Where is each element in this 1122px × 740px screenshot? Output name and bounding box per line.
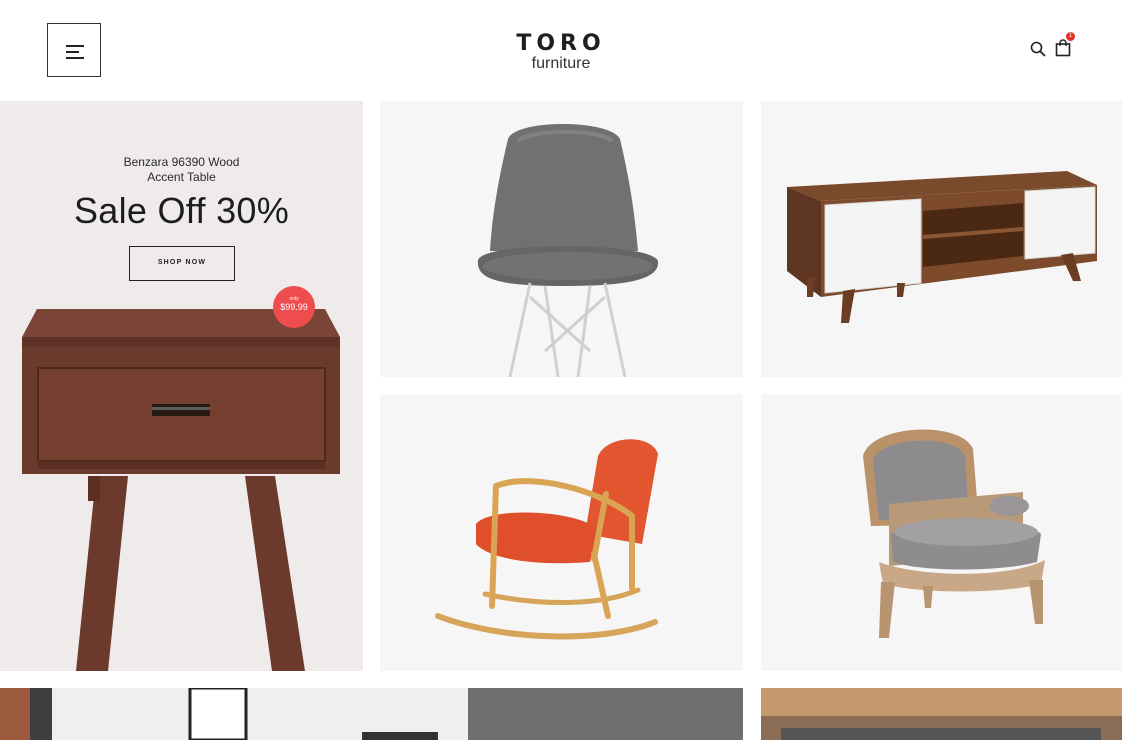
brand-logo[interactable]: TORO furniture [490, 32, 632, 72]
lifestyle-banner-wood-frame[interactable] [761, 688, 1122, 740]
walnut-tv-stand-image [787, 171, 1097, 323]
grey-upholstered-chair-image [477, 124, 659, 377]
site-header: TORO furniture 1 [0, 0, 1122, 100]
shopping-bag-icon[interactable] [1055, 39, 1071, 57]
price-badge: only $99.99 [273, 286, 315, 328]
product-tile-armchair[interactable] [761, 394, 1122, 671]
product-tile-rocking-chair[interactable] [380, 394, 743, 671]
search-icon[interactable] [1030, 41, 1046, 57]
menu-button[interactable] [47, 23, 101, 77]
brand-tagline: furniture [531, 55, 591, 72]
hamburger-icon-line [66, 57, 84, 59]
hero-promo-tile[interactable]: Benzara 96390 Wood Accent Table Sale Off… [0, 101, 363, 671]
lifestyle-banner-living-room[interactable] [0, 688, 743, 740]
side-table-image [22, 309, 340, 671]
product-tile-grey-chair[interactable] [380, 101, 743, 377]
living-room-image [0, 688, 743, 740]
grey-velvet-armchair-image [863, 429, 1045, 638]
hamburger-icon [66, 45, 84, 47]
cart-count-badge: 1 [1066, 32, 1075, 41]
hamburger-icon-line [66, 51, 79, 53]
orange-rocking-chair-image [435, 439, 658, 640]
product-tile-tv-stand[interactable] [761, 101, 1122, 377]
price-amount: $99.99 [280, 302, 308, 312]
wood-frame-image [761, 688, 1122, 740]
brand-name: TORO [516, 31, 606, 56]
